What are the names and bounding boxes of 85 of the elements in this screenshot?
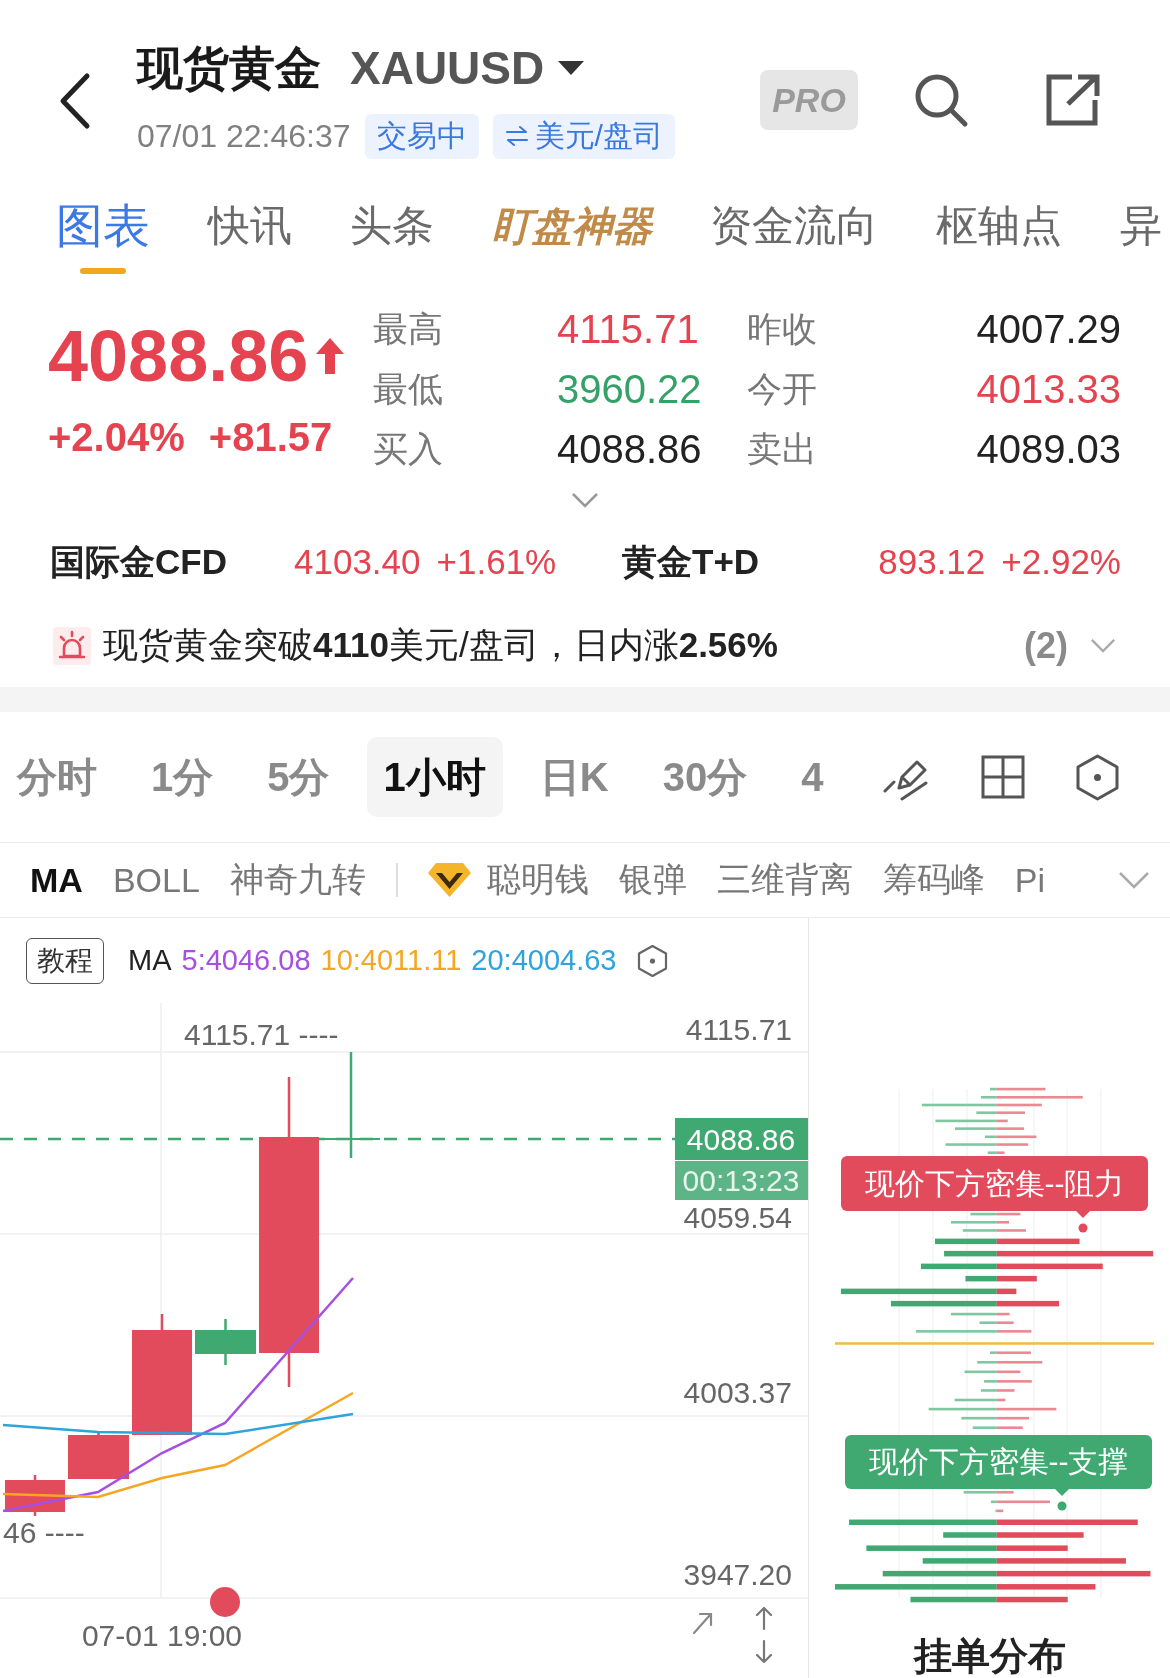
ma-value: 10:4011.11 <box>320 944 462 977</box>
stat-label: 卖出 <box>747 427 818 470</box>
tutorial-button[interactable]: 教程 <box>26 937 104 984</box>
tab[interactable]: 枢轴点 <box>936 198 1062 254</box>
ma-value: 20:4004.63 <box>471 944 617 977</box>
pro-button[interactable]: PRO <box>760 70 858 130</box>
tab[interactable]: 头条 <box>350 198 434 254</box>
stat-value: 4013.33 <box>976 366 1121 412</box>
instrument-title: 现货黄金 <box>137 41 321 96</box>
period-tab[interactable]: 日K <box>522 737 626 817</box>
period-tab[interactable]: 4 <box>784 737 841 817</box>
timestamp: 07/01 22:46:37 <box>137 117 351 155</box>
caret-icon <box>558 61 585 75</box>
marker-dot-icon <box>1078 1223 1088 1233</box>
tab[interactable]: 快讯 <box>208 198 292 254</box>
unit-toggle-button[interactable]: 美元/盘司 <box>492 113 675 159</box>
candlestick <box>195 1319 256 1365</box>
diamond-icon <box>427 863 471 897</box>
change-percent: +2.04% <box>48 414 185 460</box>
axis-label: 3947.20 <box>683 1558 792 1591</box>
indicator-label: MA <box>128 944 172 977</box>
indicator-tab[interactable]: 银弹 <box>618 857 687 903</box>
marker-dot-icon <box>1057 1501 1067 1511</box>
indicator-tab[interactable]: BOLL <box>112 860 200 900</box>
share-icon[interactable] <box>1044 72 1103 128</box>
indicator-tab[interactable]: Pi <box>1014 860 1046 900</box>
indicator-tab[interactable]: 神奇九转 <box>229 857 366 903</box>
candlestick <box>68 1432 129 1479</box>
market-price: 4103.40 <box>294 542 421 582</box>
period-tab[interactable]: 1小时 <box>366 737 503 817</box>
period-tab[interactable]: 30分 <box>645 737 765 817</box>
settings-icon[interactable] <box>1076 753 1119 801</box>
market-change: +2.92% <box>1001 542 1121 582</box>
high-price-label: 4115.71 ---- <box>184 1018 339 1051</box>
search-icon[interactable] <box>913 72 969 128</box>
layout-grid-icon[interactable] <box>981 755 1025 799</box>
period-tab[interactable]: 1分 <box>134 737 231 817</box>
event-marker-icon[interactable] <box>210 1587 240 1617</box>
market-price: 893.12 <box>878 542 986 582</box>
support-callout: 现价下方密集--支撑 <box>845 1435 1152 1496</box>
change-amount: +81.57 <box>208 414 333 460</box>
status-badge: 交易中 <box>364 113 479 159</box>
tab[interactable]: 图表 <box>56 198 150 274</box>
symbol-dropdown[interactable]: XAUUSD <box>350 40 585 96</box>
axis-label: 4115.71 <box>685 1013 792 1046</box>
tab[interactable]: 资金流向 <box>710 198 878 254</box>
stat-value: 4115.71 <box>557 306 700 352</box>
stat-label: 今开 <box>747 367 818 410</box>
stat-label: 最低 <box>373 367 444 410</box>
indicator-tab[interactable]: 聪明钱 <box>427 857 589 903</box>
stat-value: 4007.29 <box>976 306 1121 352</box>
stat-label: 买入 <box>373 427 444 470</box>
axis-label: 07-01 19:00 <box>81 1619 243 1652</box>
indicator-tab[interactable]: 筹码峰 <box>882 857 985 903</box>
arrow-up-icon <box>316 338 345 374</box>
alert-count: (2) <box>1024 624 1068 667</box>
indicator-tab[interactable]: MA <box>30 860 83 900</box>
last-price-tag: 4088.86 <box>675 1118 808 1160</box>
tab[interactable]: 异 <box>1120 198 1162 254</box>
up-down-arrows-icon[interactable] <box>755 1606 773 1664</box>
stat-label: 昨收 <box>747 307 818 350</box>
alert-text[interactable]: 现货黄金突破4110美元/盘司，日内涨2.56% <box>103 622 778 669</box>
resistance-callout: 现价下方密集--阻力 <box>841 1156 1148 1218</box>
market-change: +1.61% <box>436 542 557 582</box>
period-tab[interactable]: 分时 <box>0 737 114 817</box>
axis-label: 4003.37 <box>683 1376 792 1409</box>
last-price: 4088.86 <box>48 316 309 396</box>
stat-label: 最高 <box>373 307 444 350</box>
alarm-icon <box>53 626 91 665</box>
market-name: 黄金T+D <box>622 540 760 583</box>
chevron-down-icon[interactable] <box>571 492 599 508</box>
swap-arrows-icon <box>504 125 529 147</box>
ma-value: 5:4046.08 <box>181 944 311 977</box>
panel-title: 挂单分布 <box>912 1634 1067 1678</box>
stat-value: 4088.86 <box>557 426 703 472</box>
axis-label: 4059.54 <box>683 1201 792 1234</box>
low-price-label: 46 ---- <box>3 1516 85 1549</box>
diagonal-arrow-icon[interactable] <box>692 1612 713 1635</box>
stat-value: 3960.22 <box>557 366 703 412</box>
market-name: 国际金CFD <box>50 540 228 583</box>
period-tab[interactable]: 5分 <box>250 737 347 817</box>
stat-value: 4089.03 <box>976 426 1121 472</box>
indicator-tab[interactable]: 三维背离 <box>716 857 853 903</box>
settings-icon[interactable] <box>636 943 668 978</box>
countdown-tag: 00:13:23 <box>675 1161 808 1200</box>
